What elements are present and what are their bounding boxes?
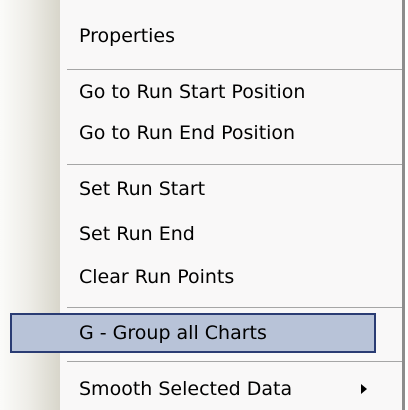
menu-separator	[67, 69, 402, 70]
menu-item-go-to-run-start-position[interactable]: Go to Run Start Position	[0, 72, 402, 112]
menu-item-label: G - Group all Charts	[79, 322, 267, 344]
menu-item-set-run-end[interactable]: Set Run End	[0, 214, 402, 254]
menu-item-label: Go to Run Start Position	[79, 81, 306, 103]
menu-item-go-to-run-end-position[interactable]: Go to Run End Position	[0, 113, 402, 153]
menu-item-label: Clear Run Points	[79, 266, 235, 288]
menu-item-label: Smooth Selected Data	[79, 378, 293, 400]
submenu-arrow-icon	[361, 384, 367, 394]
menu-item-properties[interactable]: Properties	[0, 16, 402, 56]
menu-item-set-run-start[interactable]: Set Run Start	[0, 169, 402, 209]
menu-separator	[67, 164, 402, 165]
menu-separator	[67, 307, 402, 308]
menu-item-label: Go to Run End Position	[79, 122, 296, 144]
menu-item-group-all-charts[interactable]: G - Group all Charts	[10, 313, 376, 353]
menu-item-clear-run-points[interactable]: Clear Run Points	[0, 257, 402, 297]
context-menu: Properties Go to Run Start Position Go t…	[0, 0, 405, 410]
menu-item-label: Set Run End	[79, 223, 195, 245]
menu-item-label: Set Run Start	[79, 178, 206, 200]
menu-item-smooth-selected-data[interactable]: Smooth Selected Data	[0, 369, 402, 409]
menu-separator	[67, 361, 402, 362]
menu-item-label: Properties	[79, 25, 176, 47]
